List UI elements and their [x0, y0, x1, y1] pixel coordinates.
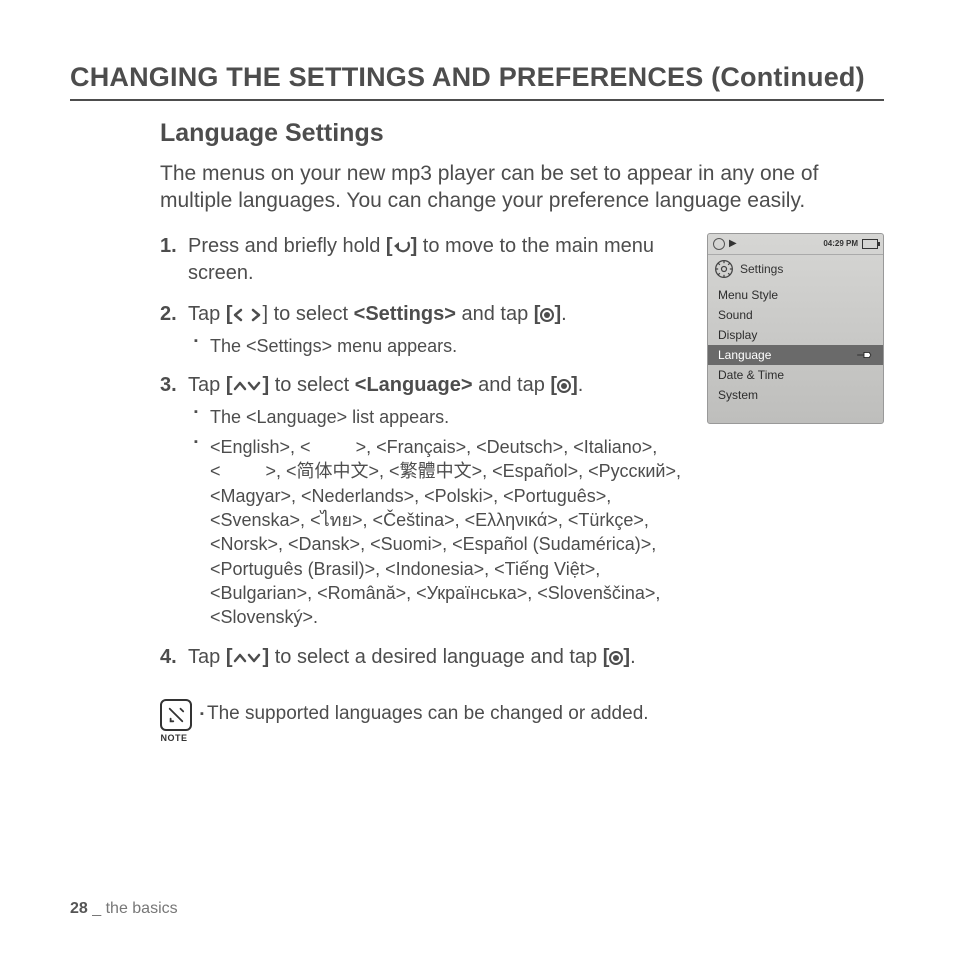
device-menu-item-selected: Language	[708, 345, 883, 365]
intro-paragraph: The menus on your new mp3 player can be …	[160, 160, 884, 215]
gear-icon	[714, 259, 734, 279]
device-play-icon: ▶	[729, 238, 737, 249]
select-icon	[557, 379, 571, 393]
select-icon	[540, 308, 554, 322]
footer-section: the basics	[106, 900, 178, 917]
device-time: 04:29 PM	[823, 239, 858, 248]
step-3-sub-1: The <Language> list appears.	[194, 405, 689, 429]
pointer-hand-icon	[855, 349, 873, 361]
up-down-icon	[232, 379, 262, 393]
step-1: Press and briefly hold [] to move to the…	[160, 233, 689, 287]
up-down-icon	[232, 651, 262, 665]
device-menu-item: Sound	[708, 305, 883, 325]
page-footer: 28 _ the basics	[70, 900, 178, 918]
device-menu-item: Date & Time	[708, 365, 883, 385]
device-menu-item: Menu Style	[708, 285, 883, 305]
device-menu-item: Display	[708, 325, 883, 345]
step-2: Tap [] to select <Settings> and tap []. …	[160, 301, 689, 358]
step-3-sub-2: <English>, < >, <Français>, <Deutsch>, <…	[194, 435, 689, 629]
step-list: Press and briefly hold [] to move to the…	[160, 233, 689, 685]
section-title: Language Settings	[160, 119, 884, 148]
select-icon	[609, 651, 623, 665]
device-screenshot: ▶ 04:29 PM Settings Menu Style Sound Dis…	[707, 233, 884, 424]
device-header-title: Settings	[740, 262, 783, 276]
note-label: NOTE	[160, 733, 188, 743]
device-status-bar: ▶ 04:29 PM	[708, 234, 883, 255]
note-block: NOTE The supported languages can be chan…	[160, 699, 884, 743]
device-menu-list: Menu Style Sound Display Language Date &…	[708, 283, 883, 423]
page-title: CHANGING THE SETTINGS AND PREFERENCES (C…	[70, 62, 884, 101]
step-2-sub: The <Settings> menu appears.	[194, 334, 689, 358]
note-text: The supported languages can be changed o…	[200, 699, 649, 725]
left-right-icon	[232, 308, 262, 322]
device-menu-item: System	[708, 385, 883, 405]
back-icon	[393, 240, 411, 254]
battery-icon	[862, 239, 878, 249]
page-number: 28	[70, 900, 88, 917]
step-4: Tap [] to select a desired language and …	[160, 644, 689, 671]
device-back-icon	[713, 238, 725, 250]
note-icon	[160, 699, 192, 731]
device-header: Settings	[708, 255, 883, 283]
step-3: Tap [] to select <Language> and tap []. …	[160, 372, 689, 630]
